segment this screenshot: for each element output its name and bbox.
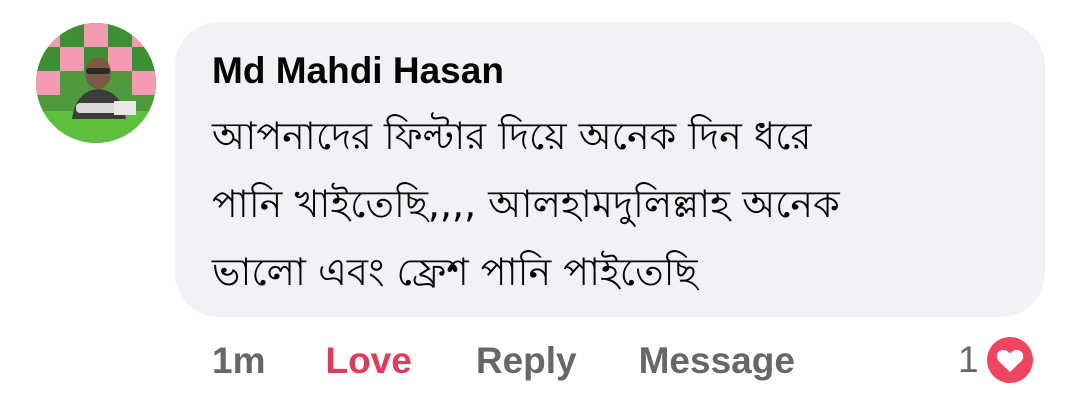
comment-container: Md Mahdi Hasan আপনাদের ফিল্টার দিয়ে অনে… bbox=[0, 0, 1080, 415]
profile-photo-icon bbox=[36, 23, 156, 143]
reply-button[interactable]: Reply bbox=[476, 340, 577, 382]
comment-text-line: আপনাদের ফিল্টার দিয়ে অনেক দিন ধরে bbox=[212, 114, 812, 158]
avatar[interactable] bbox=[36, 23, 156, 143]
comment-text-line: পানি খাইতেছি,,,, আলহামদুলিল্লাহ অনেক bbox=[212, 182, 840, 226]
comment-text-line: ভালো এবং ফ্রেশ পানি পাইতেছি bbox=[212, 250, 698, 294]
reaction-summary[interactable]: 1 bbox=[958, 332, 1037, 388]
comment-actions: 1m Love Reply Message bbox=[212, 336, 795, 386]
comment-text: আপনাদের ফিল্টার দিয়ে অনেক দিন ধরে পানি … bbox=[212, 102, 1015, 306]
message-button[interactable]: Message bbox=[639, 340, 795, 382]
comment-author-name[interactable]: Md Mahdi Hasan bbox=[212, 46, 1015, 96]
comment-bubble: Md Mahdi Hasan আপনাদের ফিল্টার দিয়ে অনে… bbox=[175, 22, 1045, 317]
love-reaction-icon bbox=[983, 334, 1036, 386]
love-button[interactable]: Love bbox=[325, 340, 411, 382]
reaction-count: 1 bbox=[958, 339, 979, 380]
comment-timestamp[interactable]: 1m bbox=[212, 340, 265, 382]
